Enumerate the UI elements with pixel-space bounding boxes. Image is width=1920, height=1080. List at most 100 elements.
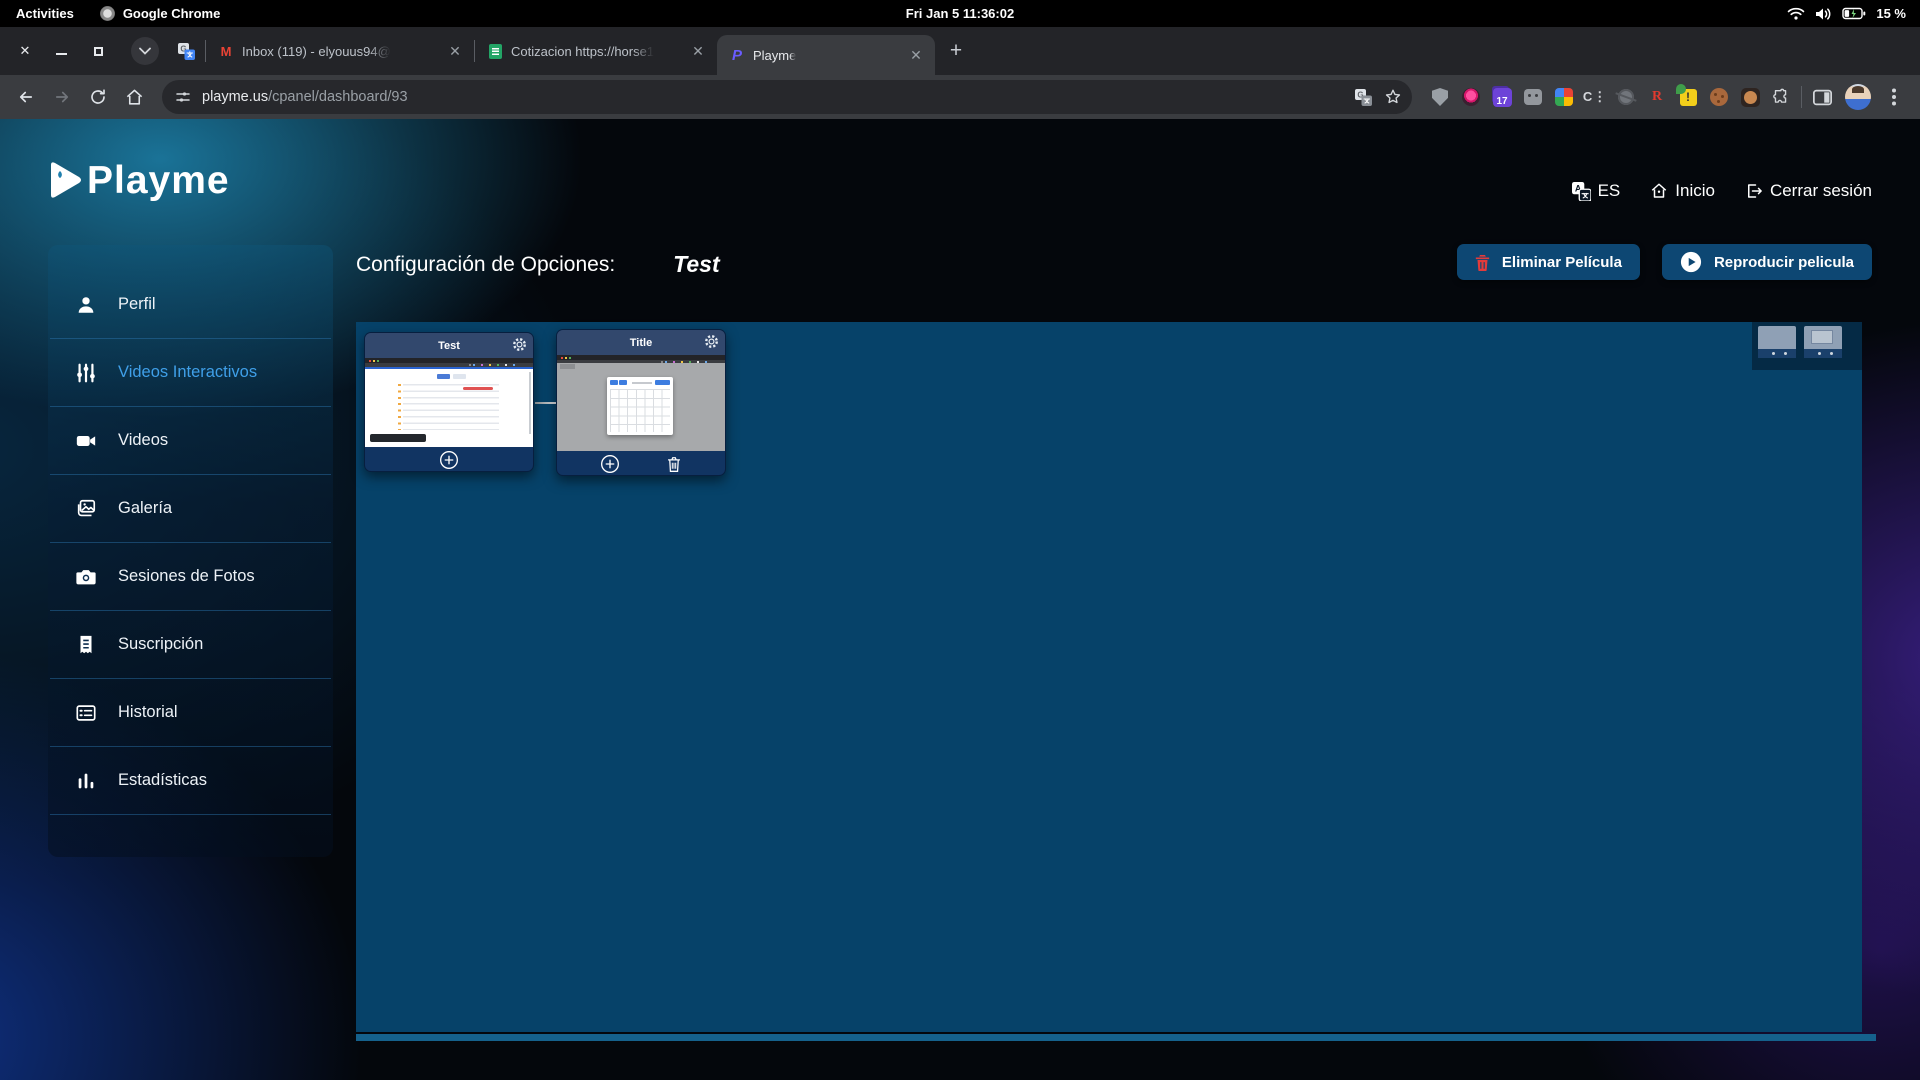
play-triangle-icon [45,159,85,203]
volume-icon [1815,7,1832,21]
url-text[interactable]: playme.us/cpanel/dashboard/93 [202,89,408,105]
adblock-shield-extension-icon[interactable] [1430,87,1450,107]
system-top-bar: Activities Google Chrome Fri Jan 5 11:36… [0,0,1920,27]
tab-cotizacion[interactable]: Cotizacion https://horse1 ✕ [475,34,717,68]
sidebar: Perfil Videos Interactivos Videos Galerí… [48,245,333,857]
tab-search-button[interactable] [131,37,159,65]
sheets-favicon [487,43,503,59]
card-title: Title [557,337,725,349]
card-title: Test [365,340,533,352]
translate-icon: A [1572,182,1591,201]
sidebar-item-suscripcion[interactable]: Suscripción [50,611,331,679]
flow-canvas[interactable]: Test [356,322,1862,1032]
bar-chart-icon [74,770,98,792]
window-close-button[interactable]: ✕ [18,44,32,58]
scene-card-test[interactable]: Test [364,332,534,472]
google-colors-extension-icon[interactable] [1554,87,1574,107]
bug-extension-icon[interactable] [1616,87,1636,107]
system-status-area[interactable]: 15 % [1787,6,1920,21]
user-icon [74,294,98,316]
cookie-editor-extension-icon[interactable] [1740,87,1760,107]
page-top-nav: A ES Inicio Cerrar sesión [1572,181,1872,201]
trash-icon [1475,254,1490,271]
browser-toolbar: playme.us/cpanel/dashboard/93 G 17 C⋮ R … [0,75,1920,119]
sidebar-item-sesiones-de-fotos[interactable]: Sesiones de Fotos [50,543,331,611]
menu-kebab-icon[interactable] [1878,81,1910,113]
logout-icon [1745,182,1763,200]
battery-percentage: 15 % [1876,6,1906,21]
play-movie-button[interactable]: Reproducir pelicula [1662,244,1872,280]
forward-button[interactable] [46,81,78,113]
home-icon [1650,182,1668,200]
scene-thumbnail-browser [365,358,533,447]
pink-extension-icon[interactable] [1461,87,1481,107]
add-node-icon[interactable] [439,450,459,470]
minimap-card [1804,326,1842,358]
delete-node-trash-icon[interactable] [666,456,682,473]
camera-icon [74,566,98,588]
sidebar-item-videos[interactable]: Videos [50,407,331,475]
reload-button[interactable] [82,81,114,113]
sidebar-item-perfil[interactable]: Perfil [50,271,331,339]
gmail-favicon: M [218,43,234,59]
scene-thumbnail-calendar [557,355,725,451]
sliders-icon [74,362,98,384]
translate-page-icon[interactable]: G [1355,89,1372,106]
bookmark-star-icon[interactable] [1384,88,1402,106]
warning-extension-icon[interactable]: ! [1678,87,1698,107]
extensions-puzzle-icon[interactable] [1771,87,1791,107]
flow-connector [535,402,556,404]
extensions-row: 17 C⋮ R ! [1424,87,1797,107]
tab-close-icon[interactable]: ✕ [689,42,707,60]
badge-17-extension-icon[interactable]: 17 [1492,87,1512,107]
back-button[interactable] [10,81,42,113]
delete-movie-button[interactable]: Eliminar Película [1457,244,1640,280]
playme-logo[interactable]: Playme [45,159,230,203]
gallery-icon [74,498,98,520]
sidebar-item-galeria[interactable]: Galería [50,475,331,543]
playme-dashboard-page: Playme A ES Inicio Cerrar sesión [0,119,1920,1080]
tab-playme-active[interactable]: P Playme ✕ [717,35,935,75]
site-settings-icon[interactable] [174,88,192,106]
logout-link[interactable]: Cerrar sesión [1745,181,1872,201]
window-maximize-button[interactable] [94,47,103,56]
tab-close-icon[interactable]: ✕ [907,46,925,64]
sidebar-item-historial[interactable]: Historial [50,679,331,747]
page-title: Configuración de Opciones: [356,253,615,277]
movie-name: Test [673,251,719,278]
flow-minimap[interactable] [1752,322,1862,370]
receipt-icon [74,634,98,656]
pinned-tab-translate[interactable]: G [167,34,205,68]
sidebar-item-estadisticas[interactable]: Estadísticas [50,747,331,815]
tab-gmail[interactable]: M Inbox (119) - elyouus94@ ✕ [206,34,474,68]
list-icon [74,702,98,724]
wifi-icon [1787,7,1805,21]
toolbar-separator [1801,86,1802,108]
language-switcher[interactable]: A ES [1572,181,1621,201]
playme-favicon: P [729,47,745,63]
play-circle-icon [1680,251,1702,273]
horizontal-scrollbar[interactable] [356,1034,1876,1041]
video-camera-icon [74,430,98,452]
battery-charging-icon [1842,7,1866,20]
home-button[interactable] [118,81,150,113]
scene-card-title[interactable]: Title [556,329,726,476]
tab-close-icon[interactable]: ✕ [446,42,464,60]
browser-tab-strip: ✕ G M Inbox (119) - elyouus94@ ✕ Cotizac… [0,27,1920,75]
minimap-card [1758,326,1796,358]
home-link[interactable]: Inicio [1650,181,1715,201]
gear-icon[interactable] [512,337,527,352]
system-clock[interactable]: Fri Jan 5 11:36:02 [0,6,1920,21]
side-panel-icon[interactable] [1806,81,1838,113]
address-bar[interactable]: playme.us/cpanel/dashboard/93 G [162,80,1412,114]
gear-icon[interactable] [704,334,719,349]
profile-avatar[interactable] [1842,81,1874,113]
window-minimize-button[interactable] [56,47,67,55]
add-node-icon[interactable] [600,454,620,474]
red-r-extension-icon[interactable]: R [1647,87,1667,107]
sidebar-item-videos-interactivos[interactable]: Videos Interactivos [50,339,331,407]
new-tab-button[interactable]: + [941,36,971,66]
colorzilla-extension-icon[interactable]: C⋮ [1585,87,1605,107]
cookie-extension-icon[interactable] [1709,87,1729,107]
robot-extension-icon[interactable] [1523,87,1543,107]
